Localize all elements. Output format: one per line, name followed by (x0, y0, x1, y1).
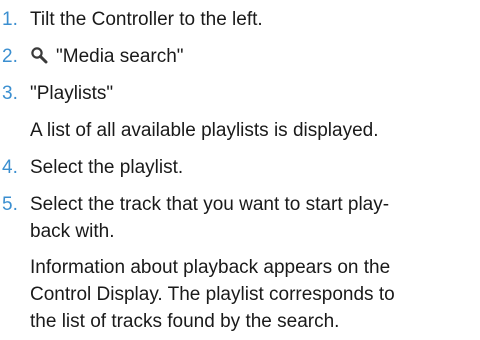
step-5-note-line-3: the list of tracks found by the search. (30, 311, 340, 332)
step-text-line-1: Select the track that you want to start … (30, 194, 390, 215)
step-text: "Media search" (56, 46, 184, 67)
search-icon (30, 46, 48, 64)
step-text: "Playlists" (30, 83, 114, 104)
step-number: 1. (2, 9, 18, 30)
step-number: 5. (2, 194, 18, 215)
step-text: Select the playlist. (30, 157, 184, 178)
step-number: 2. (2, 46, 18, 67)
step-text-wrap: "Media search" (30, 43, 460, 70)
step-number: 3. (2, 83, 18, 104)
step-number: 4. (2, 157, 18, 178)
step-text: Tilt the Controller to the left. (30, 9, 263, 30)
step-text-line-2: back with. (30, 221, 115, 242)
step-5-note-line-1: Information about playback appears on th… (30, 257, 391, 278)
instruction-steps: 1. Tilt the Controller to the left. 2. "… (0, 0, 480, 340)
step-3-note: A list of all available playlists is dis… (30, 120, 379, 141)
step-5-note-line-2: Control Display. The playlist correspond… (30, 284, 395, 305)
